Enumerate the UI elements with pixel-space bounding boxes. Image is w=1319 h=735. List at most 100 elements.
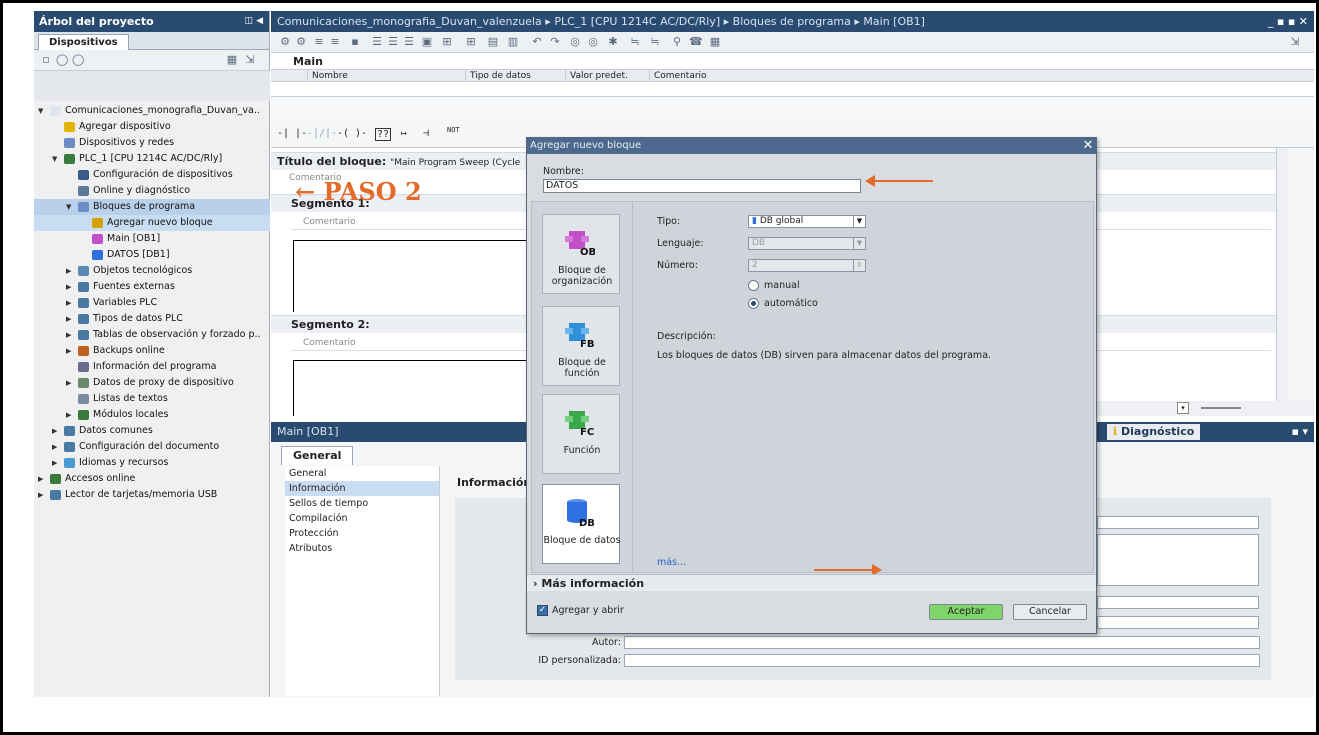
tree-item[interactable]: ▶ Datos comunes [34,423,270,439]
autor-field[interactable] [624,636,1260,649]
tree-item[interactable]: Configuración de dispositivos [34,167,270,183]
mas-link[interactable]: más... [657,557,686,568]
chevron-down-icon[interactable]: ▼ [853,216,865,227]
tree-item[interactable]: Agregar nuevo bloque [34,215,270,231]
expand-right-icon[interactable]: ▶ [38,487,43,503]
tipo-select[interactable]: ▮ DB global ▼ [748,215,866,228]
tree-item[interactable]: Información del programa [34,359,270,375]
tb-icon[interactable]: ▦ [709,36,721,48]
expand-right-icon[interactable]: ▶ [66,279,71,295]
tree-item[interactable]: Main [OB1] [34,231,270,247]
tree-item[interactable]: ▼ Comunicaciones_monografia_Duvan_va.. [34,103,270,119]
tree-item[interactable]: ▶ Objetos tecnológicos [34,263,270,279]
tree-item[interactable]: ▶ Fuentes externas [34,279,270,295]
tb-icon[interactable]: ⚙ [295,36,307,48]
export-icon[interactable]: ⇲ [244,54,256,66]
no-contact-icon[interactable]: -| |- [277,128,307,139]
zoom-dropdown-icon[interactable]: ▾ [1177,402,1189,414]
tree-item[interactable]: ▶ Accesos online [34,471,270,487]
expand-down-icon[interactable]: ▼ [66,199,71,215]
field-version[interactable] [1097,616,1259,629]
segment-1-rung[interactable] [293,240,553,312]
collapse-panel-icon[interactable]: ◫ ◀ [244,11,263,32]
expand-right-icon[interactable]: ▶ [66,263,71,279]
field-description[interactable] [1097,534,1259,586]
col-nombre[interactable]: Nombre [307,70,465,82]
col-tipo[interactable]: Tipo de datos [465,70,565,82]
expand-down-icon[interactable]: ▼ [52,151,57,167]
expand-right-icon[interactable]: ▶ [52,455,57,471]
tree-item[interactable]: ▶ Tipos de datos PLC [34,311,270,327]
tb-icon[interactable]: ⚲ [671,36,683,48]
expand-right-icon[interactable]: ▶ [66,407,71,423]
tab-dispositivos[interactable]: Dispositivos [38,34,129,51]
new-item-icon[interactable]: ▫ [40,54,52,66]
tree-item[interactable]: Online y diagnóstico [34,183,270,199]
nc-contact-icon[interactable]: -|/|- [307,128,337,139]
tree-item[interactable]: ▶ Datos de proxy de dispositivo [34,375,270,391]
cancelar-button[interactable]: Cancelar [1013,604,1087,620]
expand-right-icon[interactable]: ▶ [38,471,43,487]
zoom-slider[interactable] [1201,407,1241,409]
tree-item[interactable]: ▶ Tablas de observación y forzado p.. [34,327,270,343]
segment-2-label[interactable]: Segmento 2: [291,318,370,331]
tree-item[interactable]: DATOS [DB1] [34,247,270,263]
tb-icon[interactable]: ⇲ [1289,36,1301,48]
tree-item[interactable]: ▼ PLC_1 [CPU 1214C AC/DC/Rly] [34,151,270,167]
tb-icon[interactable]: ☰ [403,36,415,48]
tree-item[interactable]: ▼ Bloques de programa [34,199,270,215]
inspector-controls-icon[interactable]: ▪ ▾ [1292,422,1308,442]
nav-sellos[interactable]: Sellos de tiempo [285,496,439,511]
id-field[interactable] [624,654,1260,667]
name-input[interactable]: DATOS [543,179,861,193]
ob-block-button[interactable]: OB Bloque de organización [542,214,620,294]
field-name[interactable] [1097,516,1259,529]
tree-item[interactable]: ▶ Idiomas y recursos [34,455,270,471]
nav-general[interactable]: General [285,466,439,481]
field-family[interactable] [1097,596,1259,609]
segment-2-rung[interactable] [293,360,553,416]
tb-icon[interactable]: ↶ [531,36,543,48]
automatico-radio[interactable] [748,298,759,309]
tree-item[interactable]: ▶ Lector de tarjetas/memoria USB [34,487,270,503]
back-icon[interactable]: ◯ [56,54,68,66]
expand-right-icon[interactable]: ▶ [52,423,57,439]
window-controls[interactable]: _ ▪ ▪ ✕ [1268,11,1308,32]
tb-icon[interactable]: ↷ [549,36,561,48]
expand-right-icon[interactable]: ▶ [66,327,71,343]
expand-right-icon[interactable]: ▶ [52,439,57,455]
tb-icon[interactable]: ◎ [569,36,581,48]
coil-icon[interactable]: -( )- [337,128,367,139]
expand-right-icon[interactable]: ▶ [66,295,71,311]
tb-icon[interactable]: ▥ [507,36,519,48]
col-comentario[interactable]: Comentario [649,70,897,82]
tree-item[interactable]: ▶ Módulos locales [34,407,270,423]
tb-icon[interactable]: ▪ [349,36,361,48]
tb-icon[interactable]: ▣ [421,36,433,48]
diagnostico-tab[interactable]: ℹ Diagnóstico [1107,424,1201,440]
open-branch-icon[interactable]: ↦ [401,128,407,139]
tb-icon[interactable]: ☰ [387,36,399,48]
tree-item[interactable]: Agregar dispositivo [34,119,270,135]
nav-atributos[interactable]: Atributos [285,541,439,556]
block-title-value[interactable]: "Main Program Sweep (Cycle [390,158,520,168]
empty-box-icon[interactable]: ?? [375,128,392,141]
tb-icon[interactable]: ⊞ [441,36,453,48]
tb-icon[interactable]: ≡ [329,36,341,48]
tb-icon[interactable]: ⊞ [465,36,477,48]
tb-icon[interactable]: ⚙ [279,36,291,48]
col-valor[interactable]: Valor predet. [565,70,649,82]
tree-item[interactable]: ▶ Backups online [34,343,270,359]
expand-right-icon[interactable]: ▶ [66,311,71,327]
tb-icon[interactable]: ◎ [587,36,599,48]
forward-icon[interactable]: ◯ [72,54,84,66]
fb-block-button[interactable]: FB Bloque de función [542,306,620,386]
aceptar-button[interactable]: Aceptar [929,604,1003,620]
tab-general[interactable]: General [281,446,354,465]
tree-item[interactable]: Listas de textos [34,391,270,407]
agregar-abrir-checkbox[interactable]: ✓ [537,605,548,616]
expand-down-icon[interactable]: ▼ [38,103,43,119]
tb-icon[interactable]: ☎ [689,36,703,48]
nav-compilacion[interactable]: Compilación [285,511,439,526]
close-branch-icon[interactable]: ⊣ [423,128,429,139]
